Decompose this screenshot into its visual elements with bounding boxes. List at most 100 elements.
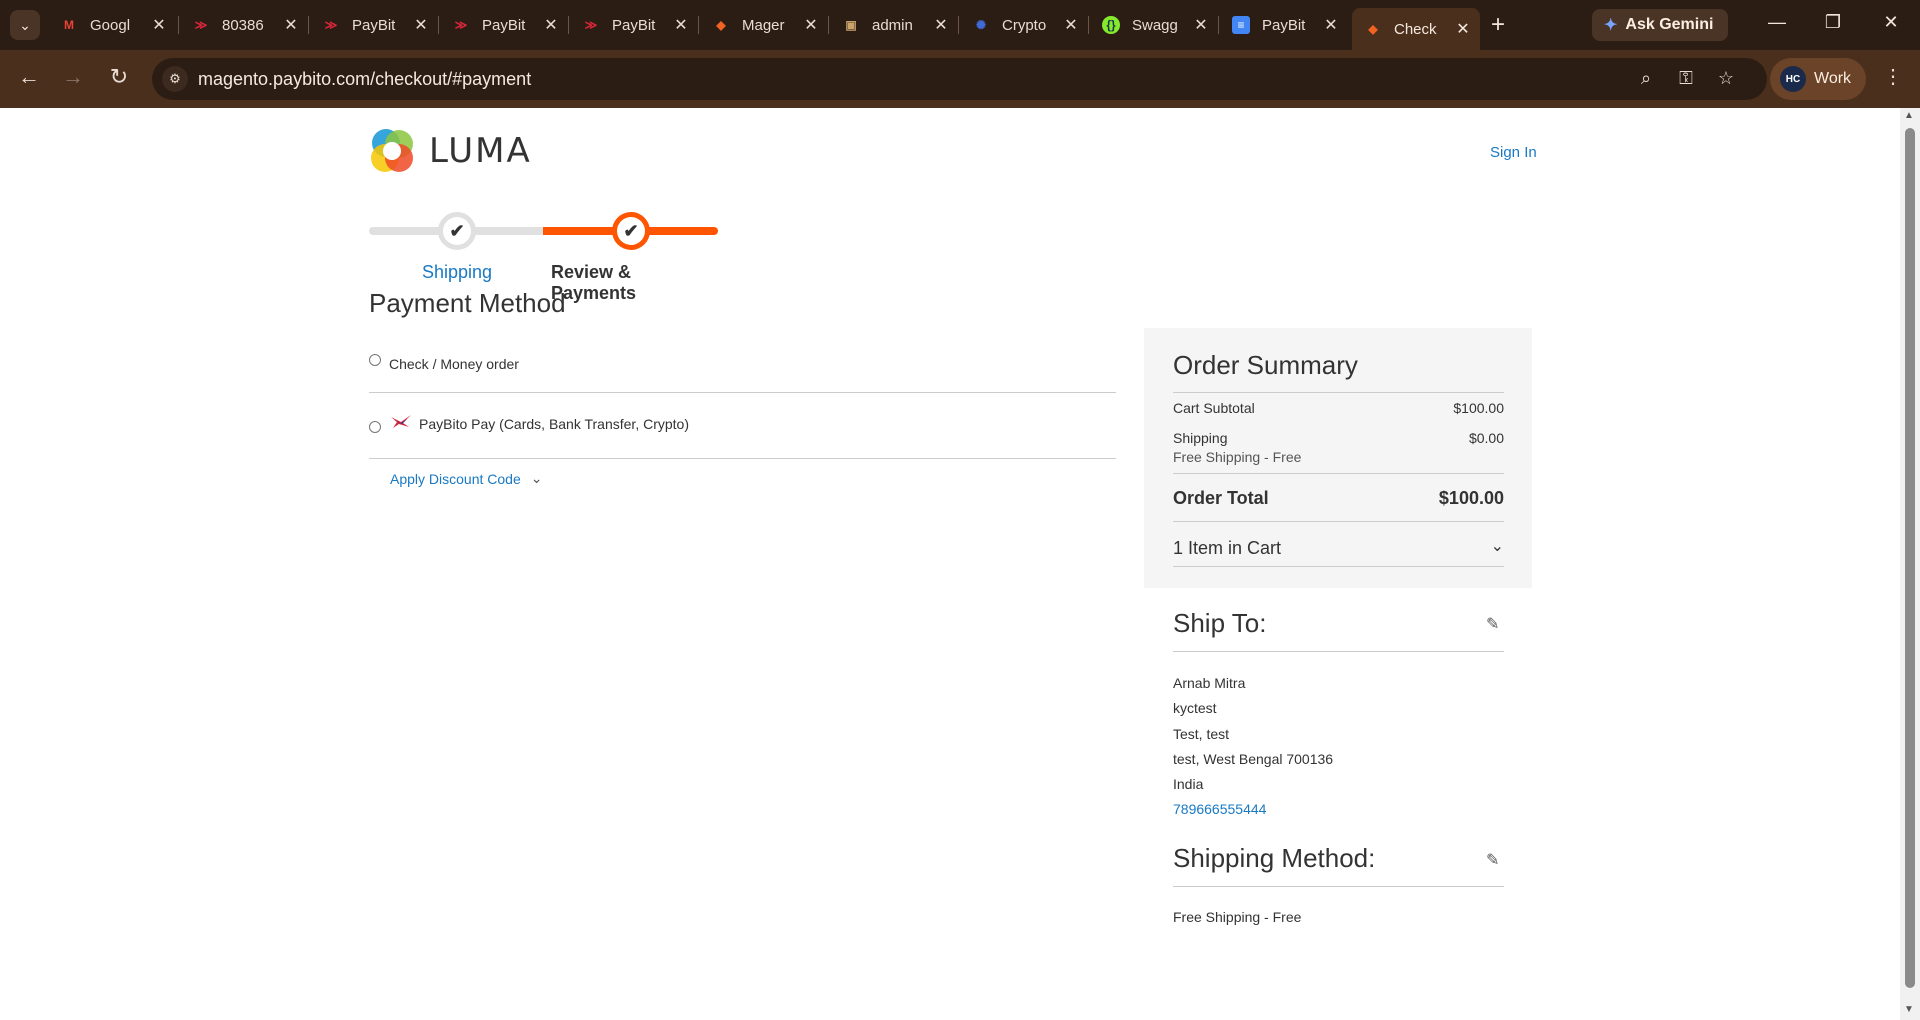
scroll-up-icon[interactable]: ▲ <box>1904 110 1914 121</box>
url-text[interactable]: magento.paybito.com/checkout/#payment <box>198 69 531 90</box>
browser-tab-active[interactable]: ◆ Check ✕ <box>1352 8 1480 50</box>
gemini-label: Ask Gemini <box>1625 16 1714 33</box>
items-in-cart-toggle[interactable]: 1 Item in Cart <box>1173 538 1281 559</box>
paybito-icon: ≫ <box>324 18 338 32</box>
gemini-spark-icon: ✦ <box>1604 17 1618 34</box>
ship-to-title: Ship To: <box>1173 608 1267 638</box>
close-tab-icon[interactable]: ✕ <box>800 15 822 35</box>
chevron-down-icon: ⌄ <box>530 470 543 486</box>
close-window-icon[interactable]: ✕ <box>1871 12 1911 33</box>
browser-tab[interactable]: ≫ PayBit ✕ <box>570 8 698 42</box>
order-total-label: Order Total <box>1173 488 1269 508</box>
address-bar-row: ← → ↻ ⚙ magento.paybito.com/checkout/#pa… <box>0 50 1920 108</box>
zoom-icon[interactable]: ⌕ <box>1634 68 1658 89</box>
luma-logo[interactable]: LUMA <box>369 128 532 174</box>
step-shipping-link[interactable]: Shipping <box>422 262 492 283</box>
magento-icon: ◆ <box>1368 22 1378 36</box>
shipping-label: Shipping <box>1173 430 1228 446</box>
scrollbar-thumb[interactable] <box>1905 128 1915 988</box>
payment-option-checkmo[interactable]: Check / Money order <box>369 332 1116 393</box>
site-info-icon[interactable]: ⚙ <box>162 66 188 92</box>
browser-tab[interactable]: ≡ PayBit ✕ <box>1220 8 1348 42</box>
edit-pencil-icon[interactable]: ✎ <box>1486 850 1499 870</box>
profile-button[interactable]: HC Work <box>1770 58 1866 100</box>
scroll-down-icon[interactable]: ▼ <box>1904 1004 1914 1015</box>
new-tab-icon[interactable]: + <box>1484 11 1512 39</box>
forward-icon[interactable]: → <box>58 64 88 90</box>
step-shipping-dot: ✔ <box>438 212 476 250</box>
browser-tab[interactable]: ◆ Mager ✕ <box>700 8 828 42</box>
tab-search-button[interactable]: ⌄ <box>10 10 40 40</box>
url-bar[interactable]: ⚙ magento.paybito.com/checkout/#payment … <box>152 58 1767 100</box>
avatar: HC <box>1780 66 1806 92</box>
paybito-radio[interactable] <box>369 421 381 433</box>
browser-tab[interactable]: ▣ admin ✕ <box>830 8 958 42</box>
paybito-icon: ≫ <box>454 18 468 32</box>
docs-icon: ≡ <box>1232 16 1250 34</box>
step-review-label: Review & Payments <box>551 262 637 303</box>
tab-title: admin <box>872 16 913 34</box>
ship-to-city: test, West Bengal 700136 <box>1173 751 1334 767</box>
close-tab-icon[interactable]: ✕ <box>670 15 692 35</box>
password-key-icon[interactable]: ⚿ <box>1674 68 1698 89</box>
close-tab-icon[interactable]: ✕ <box>1452 19 1474 39</box>
admin-icon: ▣ <box>845 18 857 32</box>
sign-in-link[interactable]: Sign In <box>1490 144 1537 161</box>
tab-title: PayBit <box>482 16 526 34</box>
reload-icon[interactable]: ↻ <box>104 64 134 90</box>
paybito-icon: ≫ <box>584 18 598 32</box>
checkmo-label[interactable]: Check / Money order <box>389 356 519 372</box>
checkmo-radio[interactable] <box>369 354 381 366</box>
browser-menu-icon[interactable]: ⋮ <box>1880 64 1906 89</box>
checkout-progress: ✔ ✔ Shipping Review & Payments <box>369 198 719 303</box>
close-tab-icon[interactable]: ✕ <box>148 15 170 35</box>
close-tab-icon[interactable]: ✕ <box>1320 15 1342 35</box>
close-tab-icon[interactable]: ✕ <box>540 15 562 35</box>
browser-tab[interactable]: ≫ PayBit ✕ <box>310 8 438 42</box>
tab-title: Mager <box>742 16 785 34</box>
paybito-icon: ≫ <box>194 18 208 32</box>
ship-to-country: India <box>1173 776 1204 792</box>
payment-option-paybito[interactable]: PayBito Pay (Cards, Bank Transfer, Crypt… <box>369 393 1116 459</box>
order-summary-title: Order Summary <box>1173 350 1358 380</box>
close-tab-icon[interactable]: ✕ <box>410 15 432 35</box>
tab-title: Check <box>1394 20 1437 38</box>
ask-gemini-button[interactable]: ✦ Ask Gemini <box>1592 9 1728 41</box>
payment-method-title: Payment Method <box>369 288 566 318</box>
tab-title: Swagg <box>1132 16 1178 34</box>
edit-pencil-icon[interactable]: ✎ <box>1486 614 1499 634</box>
restore-icon[interactable]: ❐ <box>1813 12 1853 33</box>
checkmark-icon: ✔ <box>623 220 639 241</box>
ship-to-phone-link[interactable]: 789666555444 <box>1173 801 1266 817</box>
ship-to-company: kyctest <box>1173 700 1217 716</box>
paybito-label[interactable]: PayBito Pay (Cards, Bank Transfer, Crypt… <box>419 416 689 432</box>
browser-tab[interactable]: {} Swagg ✕ <box>1090 8 1218 42</box>
shipping-method-summary: Free Shipping - Free <box>1173 449 1302 465</box>
page-scrollbar[interactable]: ▲ ▼ <box>1900 108 1920 1020</box>
close-tab-icon[interactable]: ✕ <box>930 15 952 35</box>
back-icon[interactable]: ← <box>14 64 44 90</box>
discount-label: Apply Discount Code <box>390 470 521 487</box>
browser-tab[interactable]: ≫ 80386 ✕ <box>180 8 308 42</box>
subtotal-value: $100.00 <box>1453 400 1504 416</box>
tab-title: PayBit <box>612 16 656 34</box>
checkmark-icon: ✔ <box>449 220 465 241</box>
close-tab-icon[interactable]: ✕ <box>1060 15 1082 35</box>
checkout-page: LUMA Sign In ✔ ✔ Shipping Review & Payme… <box>0 108 1900 1020</box>
close-tab-icon[interactable]: ✕ <box>1190 15 1212 35</box>
tab-title: PayBit <box>352 16 396 34</box>
magento-icon: ◆ <box>716 18 726 32</box>
apply-discount-toggle[interactable]: Apply Discount Code ⌄ <box>390 470 542 487</box>
close-tab-icon[interactable]: ✕ <box>280 15 302 35</box>
logo-text: LUMA <box>429 131 532 171</box>
browser-tab[interactable]: M Googl ✕ <box>48 8 176 42</box>
chevron-down-icon[interactable]: ⌄ <box>1491 536 1504 556</box>
browser-tab[interactable]: ✺ Crypto ✕ <box>960 8 1088 42</box>
shipping-method-title: Shipping Method: <box>1173 843 1376 873</box>
order-summary: Order Summary Cart Subtotal $100.00 Ship… <box>1144 328 1532 588</box>
paybito-logo-icon <box>391 415 411 428</box>
minimize-icon[interactable]: — <box>1757 12 1797 33</box>
ship-to-street: Test, test <box>1173 726 1230 742</box>
bookmark-star-icon[interactable]: ☆ <box>1714 68 1738 89</box>
browser-tab[interactable]: ≫ PayBit ✕ <box>440 8 568 42</box>
